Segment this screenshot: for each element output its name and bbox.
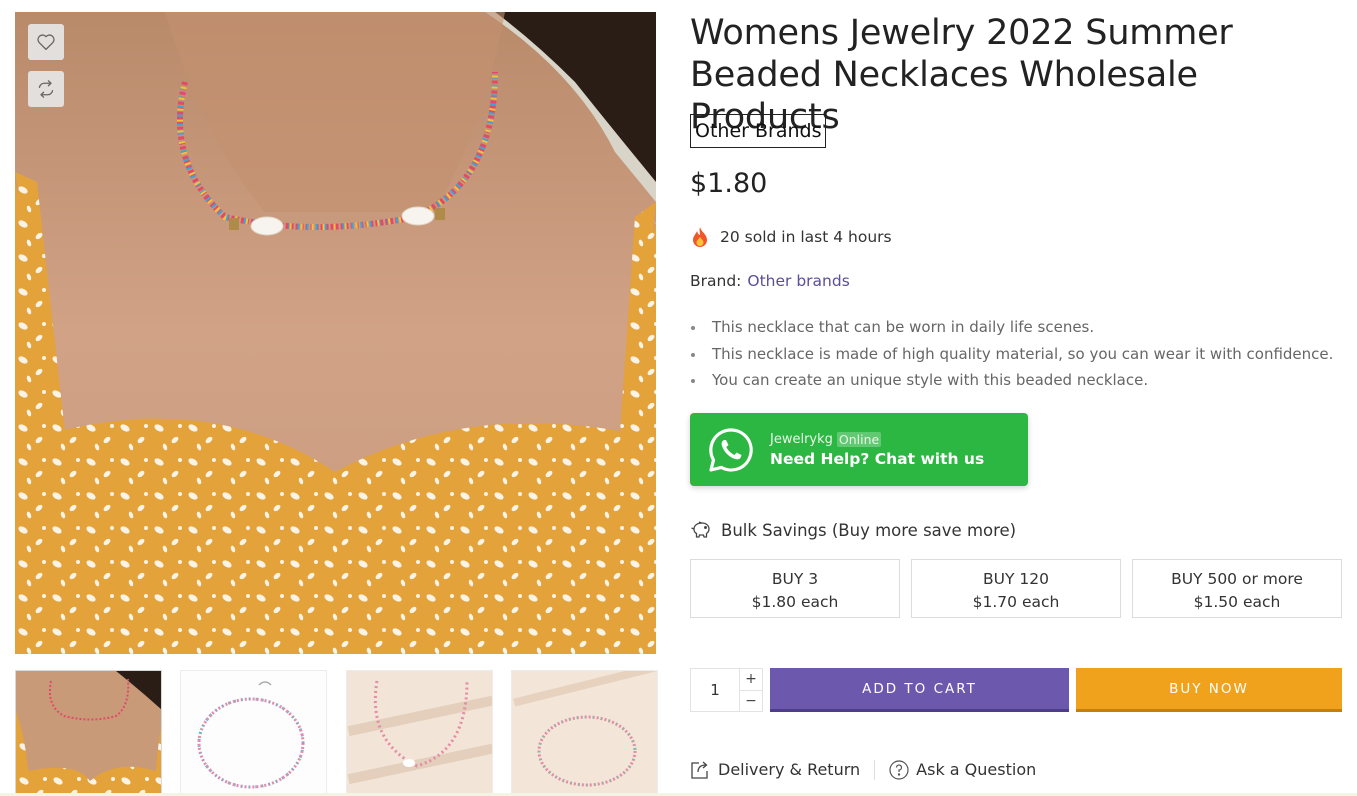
sold-text: 20 sold in last 4 hours — [720, 228, 892, 246]
compare-arrows-icon — [36, 80, 56, 98]
main-product-image[interactable] — [15, 12, 656, 654]
thumbnail-4[interactable] — [511, 670, 658, 796]
thumbnail-necklace-beige — [512, 671, 657, 795]
heart-icon — [36, 33, 56, 51]
feature-item: This necklace is made of high quality ma… — [690, 341, 1350, 368]
thumbnail-strip — [15, 670, 660, 796]
thumbnail-model-image — [16, 671, 161, 795]
question-circle-icon — [889, 759, 909, 780]
tier-price: $1.50 each — [1193, 593, 1281, 611]
whatsapp-cta: Need Help? Chat with us — [770, 449, 985, 468]
quantity-increase-button[interactable]: + — [740, 669, 762, 691]
whatsapp-chat-button[interactable]: Jewelrykg Online Need Help? Chat with us — [690, 413, 1028, 486]
feature-item: This necklace that can be worn in daily … — [690, 314, 1350, 341]
thumbnail-necklace-display — [347, 671, 492, 795]
thumbnail-necklace-white — [181, 671, 326, 795]
share-box-icon — [690, 759, 711, 780]
tier-qty: BUY 3 — [771, 570, 819, 588]
bulk-tier-3[interactable]: BUY 3 $1.80 each — [690, 559, 900, 618]
bulk-savings-label: Bulk Savings (Buy more save more) — [721, 520, 1017, 540]
quantity-decrease-button[interactable]: − — [740, 691, 762, 712]
sold-count: 20 sold in last 4 hours — [690, 226, 892, 248]
brand-line: Brand: Other brands — [690, 272, 850, 290]
ask-question-link[interactable]: Ask a Question — [889, 759, 1037, 780]
feature-item: You can create an unique style with this… — [690, 367, 1350, 394]
quantity-stepper: + − — [690, 668, 763, 712]
thumbnail-2[interactable] — [180, 670, 327, 796]
tier-price: $1.70 each — [972, 593, 1060, 611]
thumbnail-1[interactable] — [15, 670, 162, 796]
thumbnail-3[interactable] — [346, 670, 493, 796]
delivery-return-link[interactable]: Delivery & Return — [690, 759, 860, 780]
online-status-badge: Online — [836, 431, 882, 447]
links-divider — [874, 759, 876, 780]
tier-qty: BUY 120 — [983, 570, 1049, 588]
tier-price: $1.80 each — [751, 593, 839, 611]
buy-now-button[interactable]: BUY NOW — [1076, 668, 1342, 712]
wishlist-button[interactable] — [28, 24, 64, 60]
brand-label: Brand: — [690, 272, 742, 290]
compare-button[interactable] — [28, 71, 64, 107]
whatsapp-icon — [707, 426, 755, 474]
delivery-return-label: Delivery & Return — [718, 760, 861, 779]
whatsapp-agent-name: Jewelrykg — [770, 431, 833, 447]
brand-badge[interactable]: Other Brands — [690, 114, 827, 148]
quantity-input[interactable] — [691, 669, 739, 711]
bulk-tier-500[interactable]: BUY 500 or more $1.50 each — [1132, 559, 1342, 618]
add-to-cart-button[interactable]: ADD TO CART — [770, 668, 1069, 712]
brand-link[interactable]: Other brands — [747, 272, 849, 290]
ask-question-label: Ask a Question — [916, 760, 1037, 779]
product-photo — [15, 12, 656, 654]
product-links: Delivery & Return Ask a Question — [690, 759, 1036, 780]
tier-qty: BUY 500 or more — [1171, 570, 1303, 588]
piggy-bank-icon — [690, 520, 712, 540]
bulk-savings-title: Bulk Savings (Buy more save more) — [690, 520, 1016, 540]
feature-list: This necklace that can be worn in daily … — [690, 314, 1350, 394]
fire-icon — [690, 226, 710, 248]
product-price: $1.80 — [690, 168, 768, 199]
bulk-tier-120[interactable]: BUY 120 $1.70 each — [911, 559, 1121, 618]
